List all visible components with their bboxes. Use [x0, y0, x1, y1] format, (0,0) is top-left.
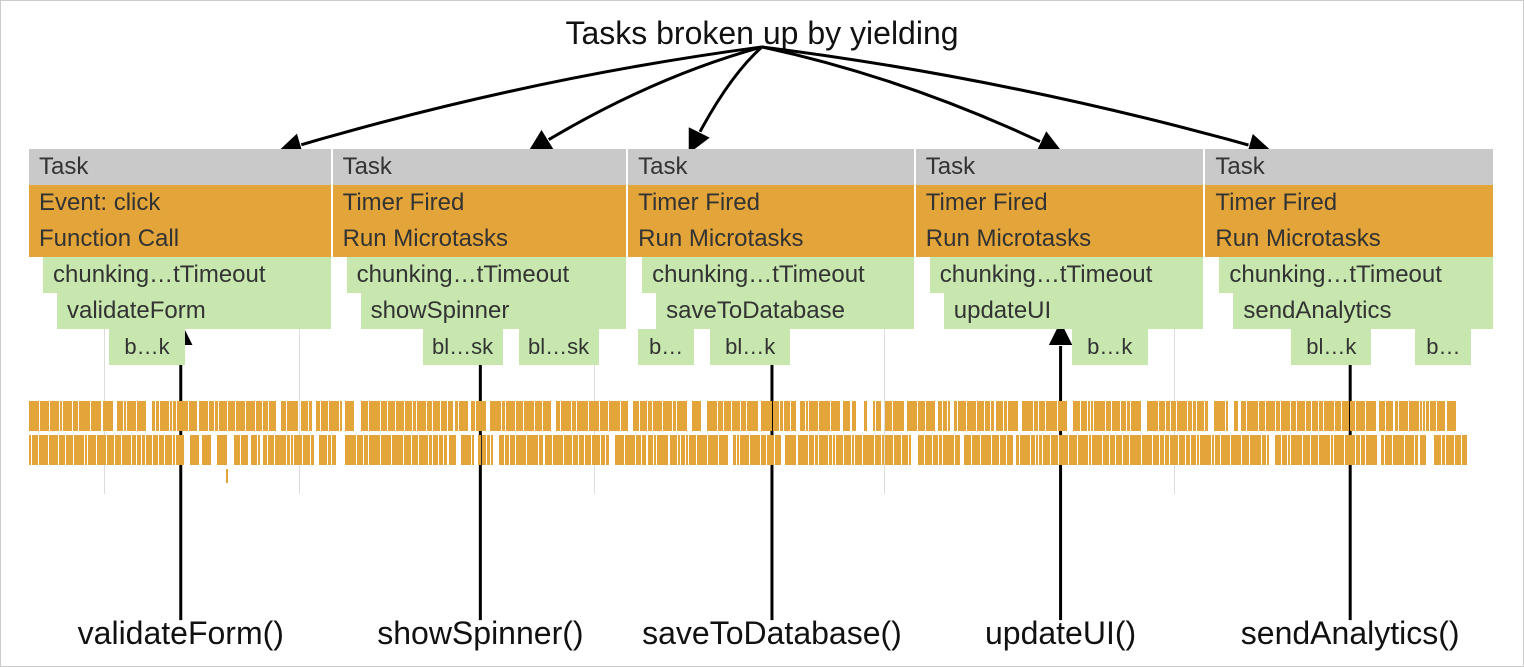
- function-label: showSpinner(): [333, 615, 629, 652]
- green indent1-cell: chunking…tTimeout: [347, 257, 629, 293]
- bottom-labels: validateForm()showSpinner()saveToDatabas…: [29, 615, 1495, 652]
- grey-cell: Task: [29, 149, 333, 185]
- sub-row: b…k: [29, 329, 333, 365]
- top-arrow: [762, 47, 1060, 151]
- orange expand-cell: Function Call: [29, 221, 333, 257]
- sub-block: bl…k: [1291, 329, 1371, 365]
- green indent2-cell: saveToDatabase: [656, 293, 916, 329]
- green indent1-cell: chunking…tTimeout: [1219, 257, 1495, 293]
- green indent2-cell: validateForm: [57, 293, 333, 329]
- grey-cell: Task: [628, 149, 916, 185]
- function-label: updateUI(): [916, 615, 1206, 652]
- top-arrow: [762, 47, 1269, 151]
- sub-block: bl…sk: [423, 329, 503, 365]
- orange expand-cell: Run Microtasks: [1205, 221, 1495, 257]
- orange expand-cell: Timer Fired: [916, 185, 1206, 221]
- sub-row: bl…sk bl…sk: [333, 329, 629, 365]
- top-arrow: [530, 47, 762, 151]
- diagram-title: Tasks broken up by yielding: [565, 15, 958, 52]
- grey-cell: Task: [1205, 149, 1495, 185]
- grey-cell: Task: [333, 149, 629, 185]
- sub-row: b… bl…k: [628, 329, 916, 365]
- sub-row: bl…k b…: [1205, 329, 1495, 365]
- function-label: sendAnalytics(): [1205, 615, 1495, 652]
- orange expand-cell: Run Microtasks: [916, 221, 1206, 257]
- green indent2-cell: showSpinner: [361, 293, 629, 329]
- noise-detail: [29, 401, 1495, 491]
- sub-block: bl…sk: [519, 329, 599, 365]
- sub-block: bl…k: [710, 329, 790, 365]
- green indent2-cell: updateUI: [944, 293, 1206, 329]
- green indent1-cell: chunking…tTimeout: [930, 257, 1206, 293]
- orange expand-cell: Timer Fired: [1205, 185, 1495, 221]
- orange expand-cell: Run Microtasks: [628, 221, 916, 257]
- grey-cell: Task: [916, 149, 1206, 185]
- sub-block: b…k: [1072, 329, 1148, 365]
- orange expand-cell: Timer Fired: [333, 185, 629, 221]
- top-arrow: [281, 47, 762, 151]
- green indent1-cell: chunking…tTimeout: [642, 257, 916, 293]
- sub-block: b…k: [109, 329, 185, 365]
- top-arrow: [690, 47, 762, 151]
- function-label: validateForm(): [29, 615, 333, 652]
- orange expand-cell: Event: click: [29, 185, 333, 221]
- sub-block: b…: [1415, 329, 1471, 365]
- sub-row: b…k: [916, 329, 1206, 365]
- function-label: saveToDatabase(): [628, 615, 916, 652]
- green indent1-cell: chunking…tTimeout: [43, 257, 333, 293]
- sub-block: b…: [638, 329, 694, 365]
- flame-chart: TaskEvent: clickFunction Callchunking…tT…: [29, 149, 1495, 509]
- orange expand-cell: Run Microtasks: [333, 221, 629, 257]
- orange expand-cell: Timer Fired: [628, 185, 916, 221]
- green indent2-cell: sendAnalytics: [1233, 293, 1495, 329]
